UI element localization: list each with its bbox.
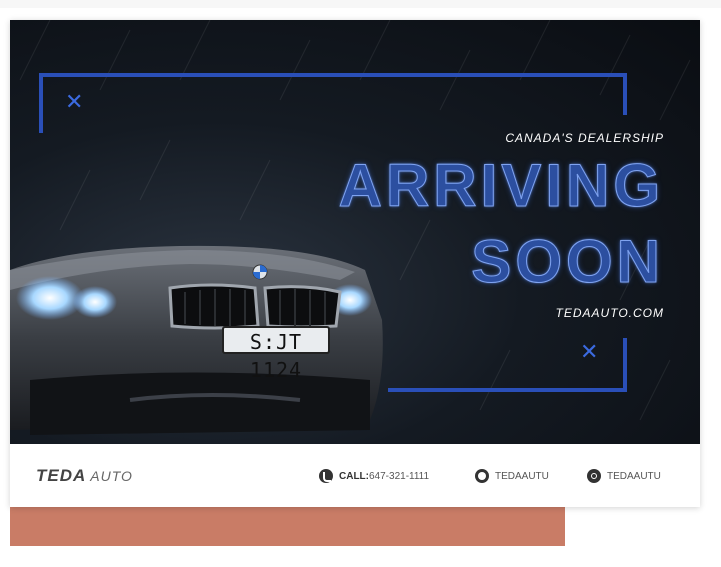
headline-line-1: ARRIVING: [338, 152, 664, 219]
ad-card: ✕ ✕ S:JT 1124 CANADA'S DEALERSHIP ARRIVI…: [10, 20, 700, 507]
frame-bottom-line: [388, 388, 627, 392]
social-handle-2: TEDAAUTU: [607, 470, 661, 482]
brand-name: TEDA: [36, 466, 87, 485]
camera-icon: [587, 469, 601, 483]
phone-icon: [319, 469, 333, 483]
close-x-icon: ✕: [65, 90, 84, 115]
tagline: CANADA'S DEALERSHIP: [505, 131, 664, 145]
hero-banner: ✕ ✕ S:JT 1124 CANADA'S DEALERSHIP ARRIVI…: [10, 20, 700, 444]
frame-left-line: [39, 73, 43, 133]
brand-suffix: AUTO: [90, 468, 133, 484]
contact-camera[interactable]: TEDAAUTU: [587, 469, 661, 483]
social-handle-1: TEDAAUTU: [495, 470, 549, 482]
frame-top-line: [39, 73, 627, 77]
brand-logo: TEDA AUTO: [36, 466, 133, 486]
chat-icon: [475, 469, 489, 483]
frame-right-bottom-line: [623, 338, 627, 392]
call-label: CALL:: [339, 470, 369, 482]
contact-phone[interactable]: CALL: 647-321-1111: [319, 469, 429, 483]
license-plate: S:JT 1124: [222, 326, 330, 382]
website-url[interactable]: TEDAAUTO.COM: [556, 306, 664, 320]
phone-number: 647-321-1111: [369, 470, 430, 482]
frame-right-top-line: [623, 73, 627, 115]
footer-bar: TEDA AUTO CALL: 647-321-1111 TEDAAUTU TED…: [10, 444, 700, 507]
car-illustration: [10, 245, 383, 435]
contact-chat[interactable]: TEDAAUTU: [475, 469, 549, 483]
close-x-icon: ✕: [580, 340, 599, 365]
headline-line-2: SOON: [471, 228, 664, 295]
top-strip: [0, 0, 721, 8]
